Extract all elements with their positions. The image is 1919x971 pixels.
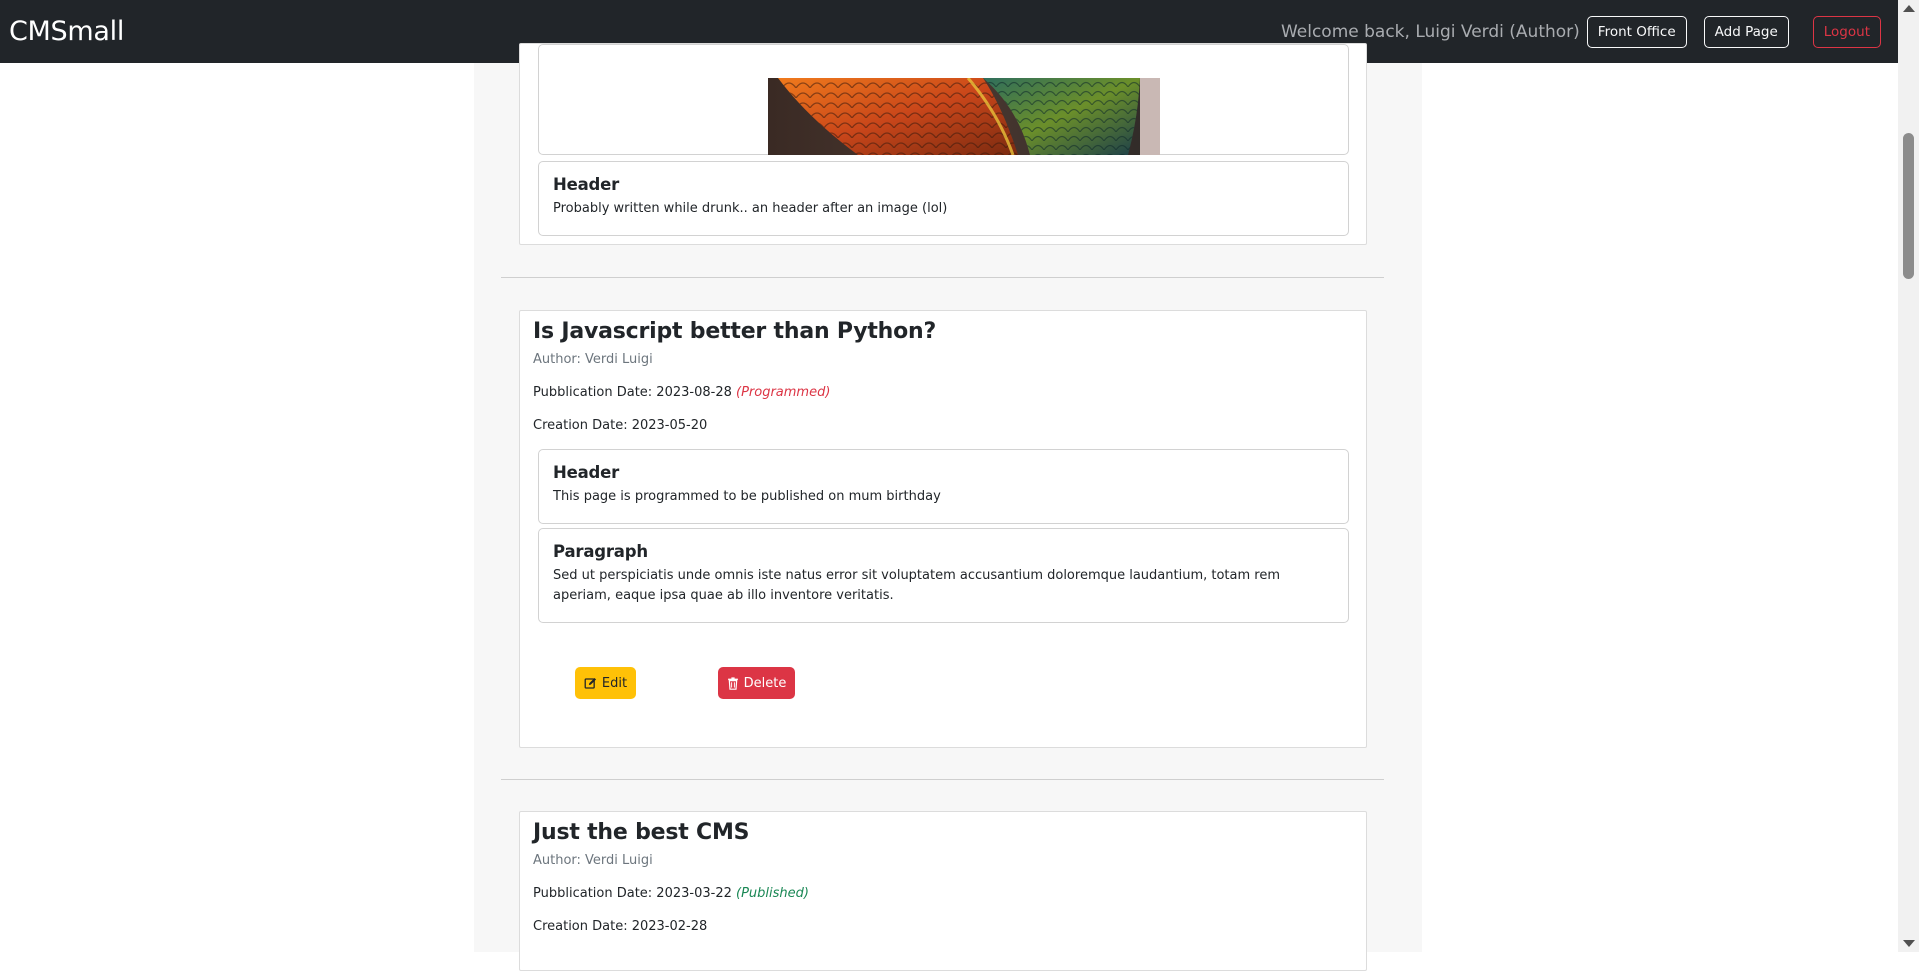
header-block: Header Probably written while drunk.. an…	[538, 161, 1349, 236]
parrot-image	[768, 78, 1160, 155]
creation-date: Creation Date: 2023-02-28	[533, 919, 708, 934]
publication-date: Pubblication Date: 2023-03-22 (Published…	[533, 886, 809, 901]
scroll-up-arrow-icon[interactable]	[1903, 5, 1915, 12]
page-author: Author: Verdi Luigi	[533, 853, 653, 868]
status-badge-published: (Published)	[736, 886, 809, 901]
trash-icon	[727, 676, 738, 690]
brand-logo[interactable]: CMSmall	[9, 16, 124, 47]
page-author: Author: Verdi Luigi	[533, 352, 653, 367]
publication-date-label: Pubblication Date: 2023-08-28	[533, 385, 732, 400]
block-type-label: Header	[553, 463, 620, 482]
delete-button-label: Delete	[743, 675, 787, 691]
status-badge-programmed: (Programmed)	[736, 385, 831, 400]
pencil-square-icon	[584, 677, 596, 689]
page-title: Is Javascript better than Python?	[533, 319, 937, 344]
block-content: Probably written while drunk.. an header…	[553, 201, 948, 216]
page-card: Header Probably written while drunk.. an…	[519, 43, 1367, 245]
scrollbar-thumb[interactable]	[1903, 133, 1914, 279]
page-card: Is Javascript better than Python? Author…	[519, 310, 1367, 748]
parrot-image-graphic	[768, 78, 1160, 155]
header-block: Header This page is programmed to be pub…	[538, 449, 1349, 524]
paragraph-block: Paragraph Sed ut perspiciatis unde omnis…	[538, 528, 1349, 623]
block-content: Sed ut perspiciatis unde omnis iste natu…	[553, 568, 1281, 603]
publication-date: Pubblication Date: 2023-08-28 (Programme…	[533, 385, 830, 400]
add-page-button[interactable]: Add Page	[1703, 15, 1789, 48]
welcome-message: Welcome back, Luigi Verdi (Author)	[1280, 21, 1580, 42]
front-office-button[interactable]: Front Office	[1586, 15, 1687, 48]
creation-date: Creation Date: 2023-05-20	[533, 418, 708, 433]
delete-page-button[interactable]: Delete	[718, 667, 795, 699]
logout-button[interactable]: Logout	[1812, 15, 1881, 48]
page-divider	[501, 779, 1384, 780]
page-divider	[501, 277, 1384, 278]
edit-button-label: Edit	[601, 675, 628, 691]
navbar-actions: Welcome back, Luigi Verdi (Author) Front…	[1280, 15, 1881, 48]
pages-list: Header Probably written while drunk.. an…	[474, 43, 1422, 971]
block-content: This page is programmed to be published …	[553, 489, 941, 504]
block-type-label: Paragraph	[553, 542, 648, 561]
page-card: Just the best CMS Author: Verdi Luigi Pu…	[519, 811, 1367, 971]
block-type-label: Header	[553, 175, 620, 194]
vertical-scrollbar[interactable]	[1898, 0, 1919, 952]
edit-page-button[interactable]: Edit	[575, 667, 636, 699]
scroll-down-arrow-icon[interactable]	[1903, 940, 1915, 947]
image-block	[538, 44, 1349, 155]
publication-date-label: Pubblication Date: 2023-03-22	[533, 886, 732, 901]
page-title: Just the best CMS	[533, 820, 750, 845]
